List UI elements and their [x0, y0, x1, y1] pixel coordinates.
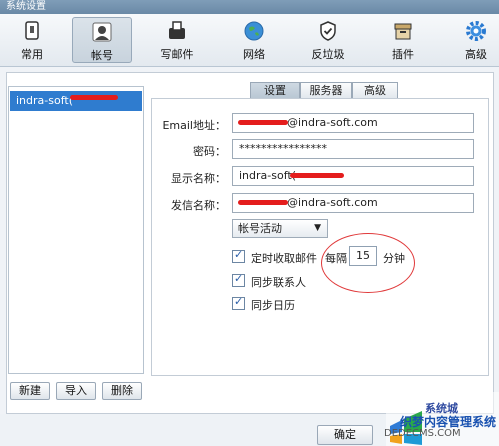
display-name-label: 显示名称： [171, 172, 226, 185]
advanced-gear-icon [466, 21, 486, 41]
redaction-mark [70, 95, 118, 100]
redaction-mark [238, 120, 288, 125]
toolbar-item-compose[interactable]: 写邮件 [147, 17, 207, 63]
sender-name-label: 发信名称： [171, 199, 226, 212]
sync-contacts-label: 同步联系人 [251, 276, 306, 289]
tab-settings[interactable]: 设置 [250, 82, 300, 99]
annotation-circle [321, 233, 415, 293]
sender-name-value: @indra-soft.com [287, 196, 378, 209]
toolbar-label: 帐号 [91, 49, 113, 62]
settings-toolbar: 常用 帐号 写邮件 网络 反垃圾 插件 高级 [0, 14, 499, 67]
import-account-button[interactable]: 导入 [56, 382, 96, 400]
toolbar-item-account[interactable]: 帐号 [72, 17, 132, 63]
auto-receive-checkbox[interactable]: ✓ [232, 248, 245, 263]
ok-button[interactable]: 确定 [317, 425, 373, 445]
toolbar-label: 写邮件 [160, 48, 194, 61]
password-label: 密码： [193, 145, 226, 158]
toolbar-item-antispam[interactable]: 反垃圾 [298, 17, 358, 63]
checkmark-icon: ✓ [234, 272, 244, 285]
toolbar-item-plugins[interactable]: 插件 [373, 17, 433, 63]
auto-receive-label: 定时收取邮件 [251, 252, 317, 265]
plugin-box-icon [394, 23, 412, 40]
account-status-select[interactable]: 帐号活动 ▼ [232, 219, 328, 238]
sync-calendar-checkbox[interactable]: ✓ [232, 295, 245, 310]
redaction-mark [238, 200, 288, 205]
tab-server[interactable]: 服务器 [300, 82, 352, 99]
account-list-item[interactable]: indra-soft( [10, 91, 142, 111]
email-label: Email地址： [162, 119, 226, 132]
toolbar-label: 插件 [392, 48, 414, 61]
checkmark-icon: ✓ [234, 248, 244, 261]
account-status-value: 帐号活动 [238, 222, 282, 235]
anti-spam-shield-icon [320, 21, 336, 41]
general-settings-icon [25, 21, 39, 40]
display-name-value: indra-soft( [239, 169, 296, 182]
chevron-down-icon: ▼ [314, 223, 321, 233]
display-name-field[interactable]: indra-soft( [232, 166, 474, 186]
toolbar-label: 反垃圾 [311, 48, 345, 61]
password-field[interactable]: **************** [232, 139, 474, 159]
account-name: indra-soft( [16, 94, 73, 107]
toolbar-label: 常用 [21, 48, 43, 61]
window-title: 系统设置 [0, 0, 499, 14]
compose-mail-icon [169, 21, 185, 39]
sync-contacts-checkbox[interactable]: ✓ [232, 272, 245, 287]
email-value: @indra-soft.com [287, 116, 378, 129]
toolbar-label: 高级 [465, 48, 487, 61]
toolbar-item-advanced[interactable]: 高级 [446, 17, 499, 63]
checkmark-icon: ✓ [234, 295, 244, 308]
toolbar-item-general[interactable]: 常用 [2, 17, 62, 63]
account-list[interactable]: indra-soft( [8, 86, 144, 374]
watermark-text: DEDECMS.COM [384, 428, 461, 439]
delete-account-button[interactable]: 删除 [102, 382, 142, 400]
redaction-mark [290, 173, 344, 178]
toolbar-item-network[interactable]: 网络 [224, 17, 284, 63]
account-icon [92, 22, 112, 42]
tab-advanced[interactable]: 高级 [352, 82, 398, 99]
toolbar-label: 网络 [243, 48, 265, 61]
sync-calendar-label: 同步日历 [251, 299, 295, 312]
new-account-button[interactable]: 新建 [10, 382, 50, 400]
network-globe-icon [244, 21, 264, 41]
